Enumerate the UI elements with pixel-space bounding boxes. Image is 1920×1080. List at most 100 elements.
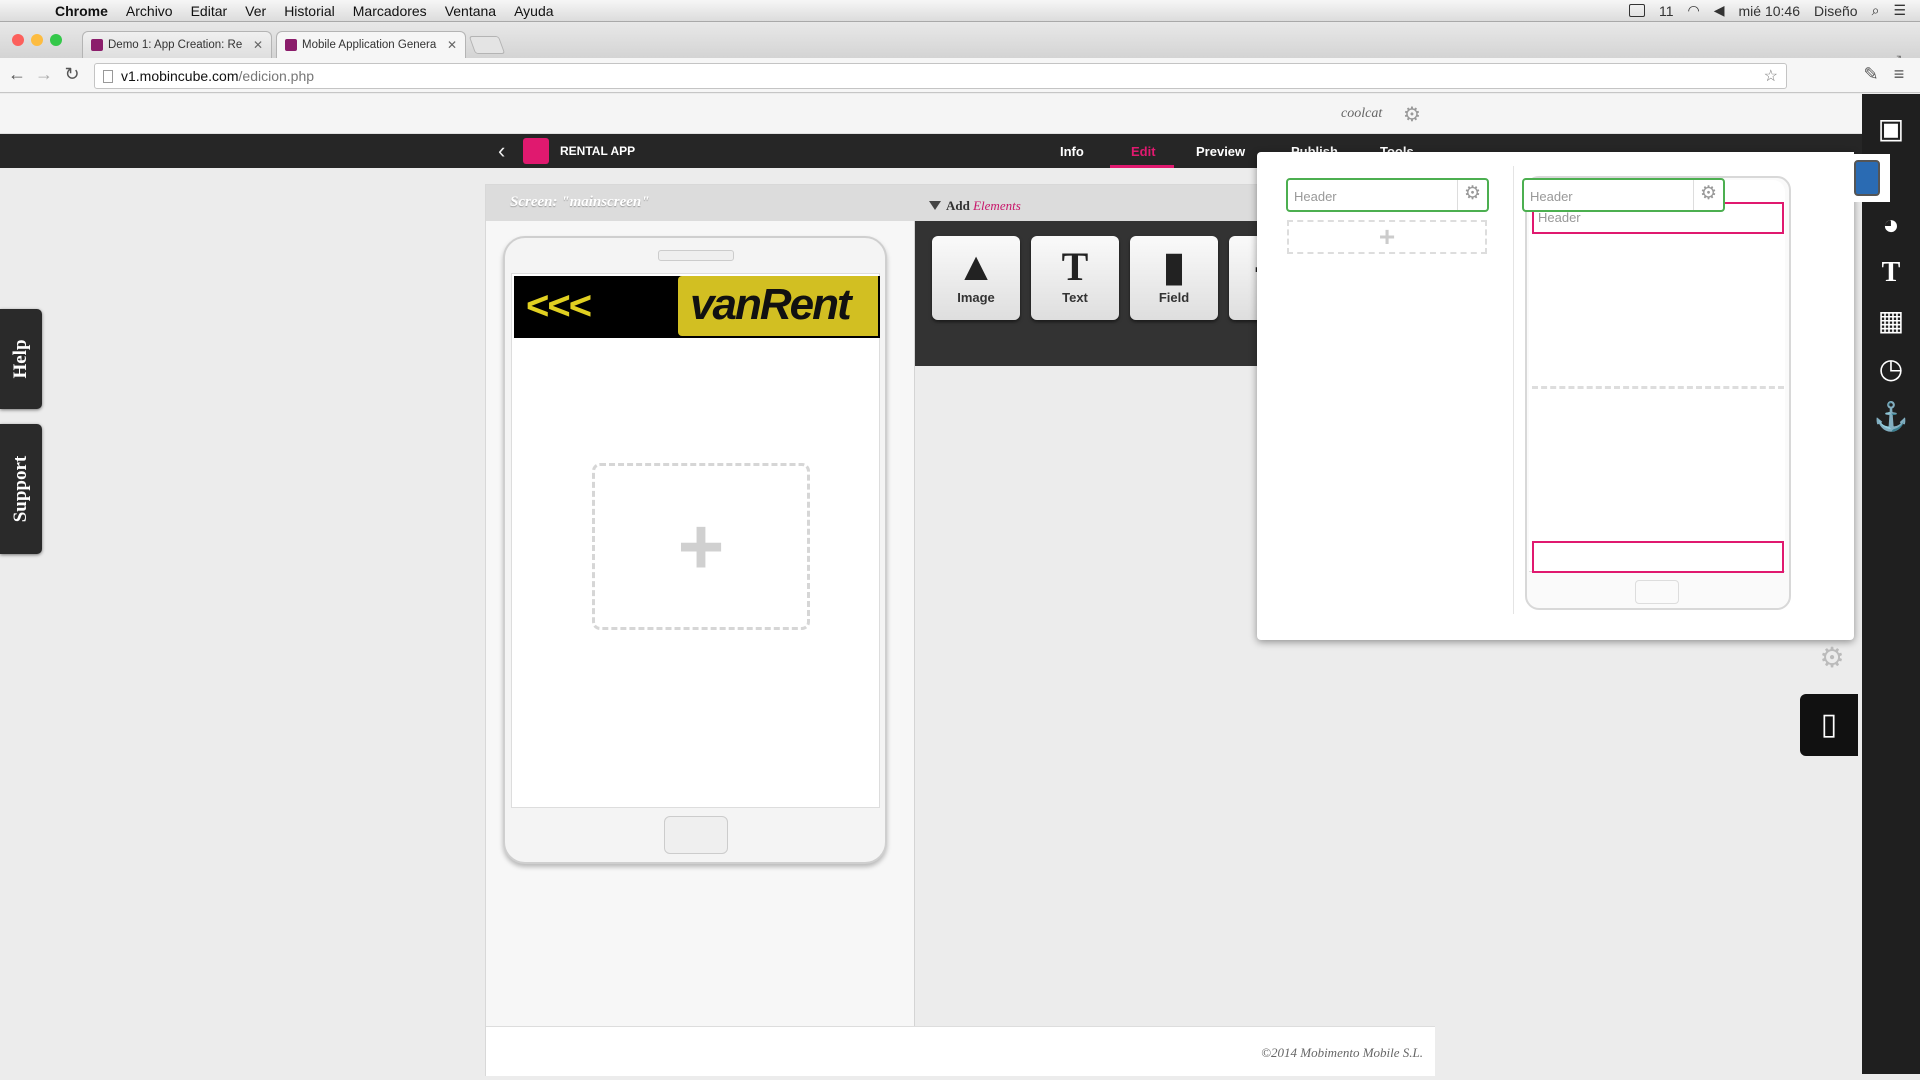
image-gallery-icon[interactable]: ▣	[1872, 110, 1910, 148]
browser-toolbar: ← → ↻ v1.mobincube.com /edicion.php ☆ ✎ …	[0, 58, 1920, 93]
header-arrows: <<<	[526, 284, 592, 328]
add-row-button[interactable]: +	[1287, 220, 1487, 254]
gear-icon[interactable]: ⚙	[1693, 180, 1723, 210]
app-name: RENTAL APP	[560, 144, 636, 158]
right-tool-panel: ▣ ◕ T ▦ ◷ ⚓	[1862, 94, 1920, 1074]
layout-mini-phone: Header	[1525, 176, 1791, 610]
add-elements-toggle[interactable]: Add Elements	[929, 198, 1021, 214]
list-icon[interactable]: ☰	[1893, 2, 1906, 19]
field-icon: ▮	[1162, 245, 1185, 289]
plus-icon: +	[677, 501, 725, 591]
menu-ayuda[interactable]: Ayuda	[505, 3, 562, 19]
tab-preview[interactable]: Preview	[1196, 144, 1245, 159]
close-window-button[interactable]	[12, 34, 24, 46]
screen-settings-icon[interactable]: ⚙	[1808, 641, 1856, 679]
browser-tab-strip: Demo 1: App Creation: Re ✕ Mobile Applic…	[0, 22, 1920, 68]
editor-footer: ©2014 Mobimento Mobile S.L.	[486, 1026, 1435, 1076]
mini-header-label: Header	[1538, 210, 1581, 225]
zoom-window-button[interactable]	[50, 34, 62, 46]
new-tab-button[interactable]	[468, 36, 506, 54]
phone-screen: <<< vanRent +	[511, 273, 880, 808]
text-style-icon[interactable]: T	[1872, 254, 1910, 292]
macos-menubar: Chrome Archivo Editar Ver Historial Marc…	[0, 0, 1920, 22]
active-tab-underline	[1110, 165, 1174, 168]
add-text-button[interactable]: T Text	[1031, 236, 1119, 320]
menubar-user[interactable]: Diseño	[1814, 3, 1858, 19]
close-tab-icon[interactable]: ✕	[253, 38, 263, 52]
page-icon	[103, 69, 113, 83]
favicon-icon	[91, 39, 103, 51]
tab-edit[interactable]: Edit	[1131, 144, 1156, 159]
favicon-icon	[285, 39, 297, 51]
menu-app-name[interactable]: Chrome	[46, 3, 117, 19]
user-bar: coolcat ⚙	[0, 94, 1862, 134]
tool-label: Field	[1158, 290, 1190, 305]
tab-info[interactable]: Info	[1060, 144, 1084, 159]
phone-preview: <<< vanRent +	[503, 236, 887, 864]
menubar-clock[interactable]: mié 10:46	[1739, 3, 1800, 19]
back-chevron-icon[interactable]: ‹	[498, 138, 505, 164]
username[interactable]: coolcat	[1341, 106, 1382, 122]
browser-tab-demo[interactable]: Demo 1: App Creation: Re ✕	[82, 31, 272, 58]
close-tab-icon[interactable]: ✕	[447, 38, 457, 52]
copyright-text: ©2014 Mobimento Mobile S.L.	[1261, 1045, 1423, 1060]
url-host: v1.mobincube.com	[121, 68, 239, 84]
chrome-menu-icon[interactable]: ≡	[1888, 64, 1910, 85]
status-icon[interactable]	[1628, 4, 1645, 17]
help-tab[interactable]: Help	[0, 309, 42, 409]
menu-ver[interactable]: Ver	[236, 3, 275, 19]
support-tab-label: Support	[10, 455, 31, 523]
add-label: Add	[946, 198, 970, 213]
layout-popup: Header ⚙ + Header Header ⚙	[1257, 152, 1862, 640]
support-tab[interactable]: Support	[0, 424, 42, 554]
menu-ventana[interactable]: Ventana	[436, 3, 505, 19]
widgets-icon[interactable]: ▦	[1872, 302, 1910, 340]
screen-title[interactable]: Screen: "mainscreen"	[510, 194, 650, 211]
elements-label: Elements	[973, 198, 1021, 213]
image-icon: ▲	[956, 245, 996, 289]
mini-screen: Header	[1529, 180, 1785, 573]
header-field-dragging[interactable]: Header ⚙	[1522, 178, 1725, 212]
header-field-label: Header	[1294, 189, 1337, 204]
browser-tab-mobile-app[interactable]: Mobile Application Genera ✕	[276, 31, 466, 58]
bookmark-star-icon[interactable]: ☆	[1764, 66, 1778, 86]
header-banner-image[interactable]: <<< vanRent	[514, 276, 880, 338]
menu-historial[interactable]: Historial	[275, 3, 344, 19]
add-element-drop-zone[interactable]: +	[592, 463, 810, 630]
tool-label: Image	[957, 290, 995, 305]
mini-divider	[1532, 386, 1784, 389]
menu-archivo[interactable]: Archivo	[117, 3, 182, 19]
popup-divider	[1513, 166, 1514, 614]
timer-icon[interactable]: ◷	[1872, 350, 1910, 388]
menu-marcadores[interactable]: Marcadores	[344, 3, 436, 19]
menu-editar[interactable]: Editar	[182, 3, 237, 19]
palette-icon[interactable]: ◕	[1872, 206, 1910, 244]
reload-icon[interactable]: ↻	[61, 64, 83, 85]
notification-badge[interactable]: 11	[1659, 3, 1674, 19]
tool-label: Text	[1062, 290, 1088, 305]
anchor-icon[interactable]: ⚓	[1872, 398, 1910, 436]
back-arrow-icon[interactable]: ←	[6, 64, 28, 85]
forward-arrow-icon[interactable]: →	[33, 64, 55, 85]
help-tab-label: Help	[10, 339, 31, 379]
vanrent-logo: vanRent	[678, 276, 878, 336]
wifi-icon[interactable]: ◠	[1688, 2, 1700, 19]
header-field[interactable]: Header ⚙	[1286, 178, 1489, 212]
mini-home-button	[1635, 580, 1679, 604]
header-field-label: Header	[1530, 189, 1573, 204]
add-field-button[interactable]: ▮ Field	[1130, 236, 1218, 320]
address-bar[interactable]: v1.mobincube.com /edicion.php ☆	[94, 63, 1787, 89]
mini-footer-area[interactable]	[1532, 541, 1784, 573]
user-settings-gear-icon[interactable]: ⚙	[1403, 102, 1421, 127]
extension-icon[interactable]: ✎	[1860, 64, 1882, 85]
mobile-preview-icon[interactable]: ▯	[1800, 694, 1858, 756]
tab-title: Mobile Application Genera	[302, 39, 437, 51]
spotlight-search-icon[interactable]: ⌕	[1872, 2, 1880, 19]
gear-icon[interactable]: ⚙	[1457, 180, 1487, 210]
vanrent-logo-text: vanRent	[690, 280, 852, 329]
phone-home-button	[664, 816, 728, 854]
minimize-window-button[interactable]	[31, 34, 43, 46]
volume-icon[interactable]: ◀	[1714, 2, 1725, 19]
add-image-button[interactable]: ▲ Image	[932, 236, 1020, 320]
phone-speaker	[658, 250, 734, 261]
